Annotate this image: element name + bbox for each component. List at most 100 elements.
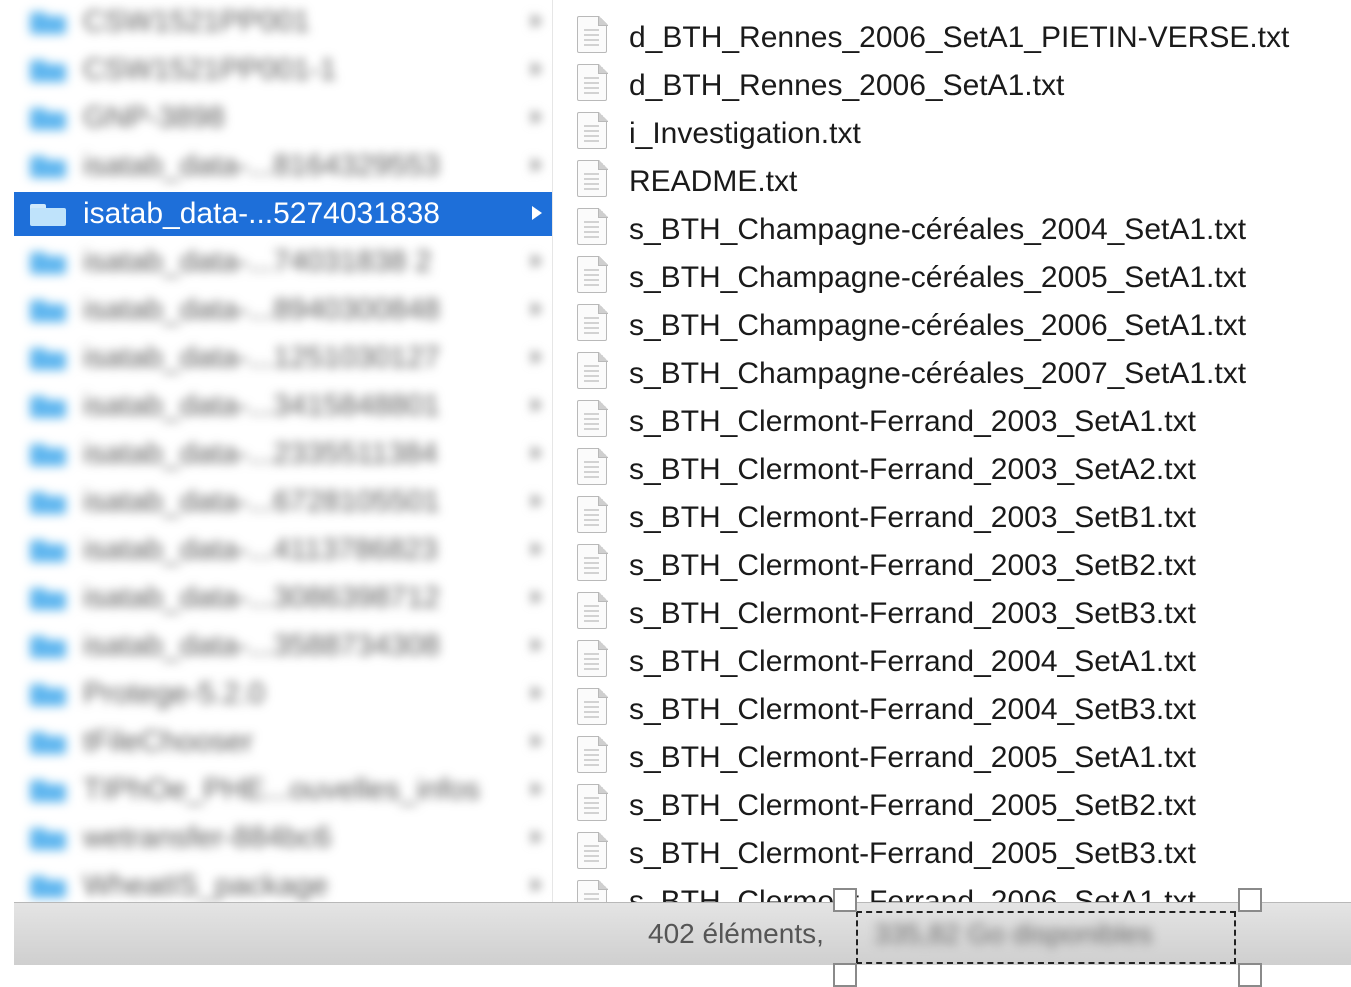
folder-row[interactable]: isatab_data-...8164329553 xyxy=(14,144,552,188)
text-document-icon xyxy=(577,639,608,677)
folder-row[interactable]: CSW1521PP001-1 xyxy=(14,48,552,92)
file-row[interactable]: s_BTH_Champagne-céréales_2004_SetA1.txt xyxy=(553,202,1351,250)
folder-row[interactable]: CSW1521PP001 xyxy=(14,0,552,44)
folder-row[interactable]: isatab_data-...6728105501 xyxy=(14,480,552,524)
folder-name: isatab_data-...3588734308 xyxy=(83,629,440,662)
file-row[interactable]: s_BTH_Clermont-Ferrand_2004_SetB3.txt xyxy=(553,682,1351,730)
file-name: s_BTH_Clermont-Ferrand_2005_SetB3.txt xyxy=(629,837,1196,870)
file-name: s_BTH_Clermont-Ferrand_2005_SetB2.txt xyxy=(629,789,1196,822)
folder-icon xyxy=(30,780,66,802)
file-row[interactable]: s_BTH_Clermont-Ferrand_2003_SetA2.txt xyxy=(553,442,1351,490)
folder-icon xyxy=(30,252,66,274)
folder-row[interactable]: isatab_data-...74031838 2 xyxy=(14,240,552,284)
disclosure-arrow-icon xyxy=(532,686,542,700)
folder-name: isatab_data-...1251030127 xyxy=(83,341,440,374)
folder-row[interactable]: isatab_data-...1251030127 xyxy=(14,336,552,380)
file-row[interactable]: s_BTH_Clermont-Ferrand_2006_SetA1.txt xyxy=(553,874,1351,902)
folder-name: WheatIS_package xyxy=(83,869,329,902)
folder-row[interactable]: GNP-3898 xyxy=(14,96,552,140)
folder-row[interactable]: isatab_data-...3415848801 xyxy=(14,384,552,428)
folder-icon xyxy=(30,876,66,898)
disclosure-arrow-icon xyxy=(532,206,542,220)
folder-name: isatab_data-...2335511384 xyxy=(83,437,438,470)
text-document-icon xyxy=(577,591,608,629)
disclosure-arrow-icon xyxy=(532,158,542,172)
text-document-icon xyxy=(577,63,608,101)
selection-handle-bottom-right[interactable] xyxy=(1238,963,1262,987)
file-name: s_BTH_Champagne-céréales_2007_SetA1.txt xyxy=(629,357,1247,390)
file-row[interactable]: s_BTH_Clermont-Ferrand_2003_SetB1.txt xyxy=(553,490,1351,538)
folder-row[interactable]: isatab_data-...4113786823 xyxy=(14,528,552,572)
file-row[interactable]: s_BTH_Clermont-Ferrand_2005_SetB3.txt xyxy=(553,826,1351,874)
folder-icon xyxy=(30,108,66,130)
folder-name: isatab_data-...8164329553 xyxy=(83,149,440,182)
file-name: s_BTH_Clermont-Ferrand_2003_SetA2.txt xyxy=(629,453,1196,486)
selection-handle-top-left[interactable] xyxy=(833,888,857,912)
disclosure-arrow-icon xyxy=(532,110,542,124)
file-name: s_BTH_Clermont-Ferrand_2003_SetB2.txt xyxy=(629,549,1196,582)
file-row[interactable]: s_BTH_Clermont-Ferrand_2003_SetA1.txt xyxy=(553,394,1351,442)
file-row[interactable]: s_BTH_Clermont-Ferrand_2005_SetA1.txt xyxy=(553,730,1351,778)
folder-row[interactable]: TIPhOe_PHE...ouvelles_infos xyxy=(14,768,552,812)
text-document-icon xyxy=(577,111,608,149)
selection-handle-top-right[interactable] xyxy=(1238,888,1262,912)
folder-row[interactable]: isatab_data-...3588734308 xyxy=(14,624,552,668)
disclosure-arrow-icon xyxy=(532,446,542,460)
folder-icon xyxy=(30,60,66,82)
folder-row[interactable]: isatab_data-...2335511384 xyxy=(14,432,552,476)
file-name: s_BTH_Clermont-Ferrand_2005_SetA1.txt xyxy=(629,741,1196,774)
folder-row[interactable]: isatab_data-...8940300848 xyxy=(14,288,552,332)
text-document-icon xyxy=(577,15,608,53)
file-name: d_BTH_Rennes_2006_SetA1.txt xyxy=(629,69,1065,102)
file-name: d_BTH_Rennes_2006_SetA1_PIETIN-VERSE.txt xyxy=(629,21,1290,54)
disclosure-arrow-icon xyxy=(532,494,542,508)
file-row[interactable]: s_BTH_Champagne-céréales_2005_SetA1.txt xyxy=(553,250,1351,298)
folder-name: TIPhOe_PHE...ouvelles_infos xyxy=(83,773,480,806)
folder-icon xyxy=(30,588,66,610)
file-name: s_BTH_Clermont-Ferrand_2003_SetB3.txt xyxy=(629,597,1196,630)
file-row[interactable]: s_BTH_Champagne-céréales_2006_SetA1.txt xyxy=(553,298,1351,346)
file-row[interactable]: s_BTH_Champagne-céréales_2007_SetA1.txt xyxy=(553,346,1351,394)
file-name: s_BTH_Clermont-Ferrand_2003_SetA1.txt xyxy=(629,405,1196,438)
folder-row[interactable]: Protege-5.2.0 xyxy=(14,672,552,716)
disclosure-arrow-icon xyxy=(532,542,542,556)
folder-row[interactable]: tFileChooser xyxy=(14,720,552,764)
text-document-icon xyxy=(577,543,608,581)
folder-row[interactable]: wetransfer-884bc6 xyxy=(14,816,552,860)
text-document-icon xyxy=(577,783,608,821)
text-document-icon xyxy=(577,351,608,389)
disclosure-arrow-icon xyxy=(532,302,542,316)
folder-icon xyxy=(30,636,66,658)
file-row[interactable]: README.txt xyxy=(553,154,1351,202)
folder-name: GNP-3898 xyxy=(83,101,225,134)
folder-icon xyxy=(30,12,66,34)
folder-icon xyxy=(30,540,66,562)
file-row[interactable]: d_BTH_Rennes_2006_SetA1.txt xyxy=(553,58,1351,106)
text-document-icon xyxy=(577,879,608,902)
folder-icon xyxy=(30,204,66,226)
file-row[interactable]: s_BTH_Clermont-Ferrand_2003_SetB2.txt xyxy=(553,538,1351,586)
text-document-icon xyxy=(577,207,608,245)
file-row[interactable]: d_BTH_Rennes_2006_SetA1_PIETIN-VERSE.txt xyxy=(553,10,1351,58)
folder-row[interactable]: isatab_data-...5274031838 xyxy=(14,192,552,236)
folder-icon xyxy=(30,684,66,706)
selection-rectangle[interactable] xyxy=(856,911,1236,964)
disclosure-arrow-icon xyxy=(532,878,542,892)
disclosure-arrow-icon xyxy=(532,590,542,604)
folder-name: isatab_data-...4113786823 xyxy=(83,533,438,566)
file-row[interactable]: s_BTH_Clermont-Ferrand_2004_SetA1.txt xyxy=(553,634,1351,682)
folder-row[interactable]: WheatIS_package xyxy=(14,864,552,902)
file-row[interactable]: s_BTH_Clermont-Ferrand_2005_SetB2.txt xyxy=(553,778,1351,826)
folder-icon xyxy=(30,828,66,850)
disclosure-arrow-icon xyxy=(532,350,542,364)
selection-handle-bottom-left[interactable] xyxy=(833,963,857,987)
file-name: s_BTH_Clermont-Ferrand_2004_SetA1.txt xyxy=(629,645,1196,678)
text-document-icon xyxy=(577,735,608,773)
file-row[interactable]: i_Investigation.txt xyxy=(553,106,1351,154)
folder-row[interactable]: isatab_data-...3086398712 xyxy=(14,576,552,620)
folder-name: isatab_data-...6728105501 xyxy=(83,485,440,518)
text-document-icon xyxy=(577,399,608,437)
text-document-icon xyxy=(577,255,608,293)
file-row[interactable]: s_BTH_Clermont-Ferrand_2003_SetB3.txt xyxy=(553,586,1351,634)
disclosure-arrow-icon xyxy=(532,254,542,268)
